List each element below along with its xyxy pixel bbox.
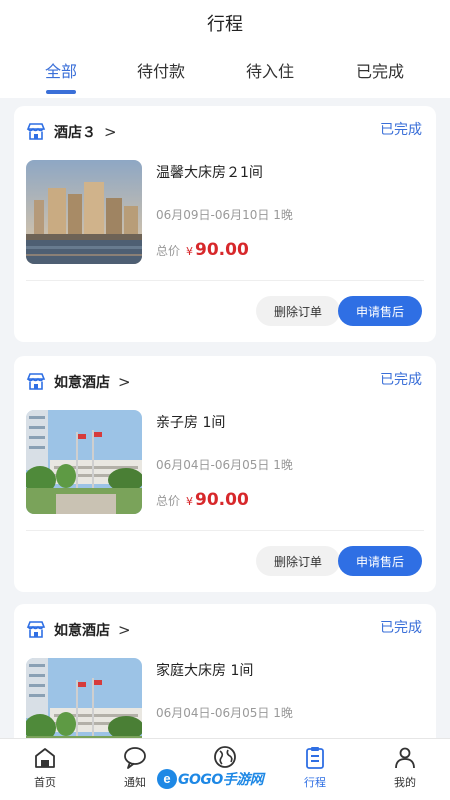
svg-text:e: e xyxy=(163,771,170,786)
price-label: 总价 xyxy=(156,244,181,258)
person-icon xyxy=(395,747,415,769)
hotel-link[interactable]: 如意酒店 > xyxy=(26,370,131,394)
order-status: 已完成 xyxy=(380,122,422,138)
harbor-hotel-photo[interactable] xyxy=(26,160,142,264)
hotel-name: 如意酒店 xyxy=(54,375,110,391)
tabbar-home[interactable]: 首页 xyxy=(0,745,90,790)
price-value: 90.00 xyxy=(195,490,249,510)
delete-order-button[interactable]: 删除订单 xyxy=(256,296,340,326)
after-sale-button[interactable]: 申请售后 xyxy=(338,296,422,326)
e-logo-icon: e xyxy=(157,769,177,789)
tab-completed[interactable]: 已完成 xyxy=(324,58,436,82)
hotel-link[interactable]: 如意酒店 > xyxy=(26,618,131,642)
tab-pending-payment[interactable]: 待付款 xyxy=(105,58,217,82)
room-name: 家庭大床房 1间 xyxy=(156,663,254,679)
tabbar-label: 行程 xyxy=(304,776,326,789)
watermark: e GOGO手游网 xyxy=(156,768,264,790)
order-status: 已完成 xyxy=(380,620,422,636)
store-icon xyxy=(26,373,46,390)
room-name: 亲子房 1间 xyxy=(156,415,226,431)
room-name: 温馨大床房２1间 xyxy=(156,165,263,181)
hotel-name: 酒店３ xyxy=(54,125,96,141)
tabbar-trips[interactable]: 行程 xyxy=(270,745,360,790)
tab-all[interactable]: 全部 xyxy=(5,58,117,82)
chevron-right-icon: > xyxy=(104,123,117,141)
tabbar-profile[interactable]: 我的 xyxy=(360,745,450,790)
currency-symbol: ¥ xyxy=(186,245,194,258)
resort-hotel-photo[interactable] xyxy=(26,410,142,514)
tab-bar: 全部 待付款 待入住 已完成 xyxy=(0,58,450,98)
price-row: 总价 ¥ 90.00 xyxy=(156,240,249,260)
clipboard-icon xyxy=(306,747,324,769)
hotel-link[interactable]: 酒店３ > xyxy=(26,120,117,144)
price-label: 总价 xyxy=(156,494,181,508)
hotel-name: 如意酒店 xyxy=(54,623,110,639)
divider xyxy=(26,530,424,531)
page-title: 行程 xyxy=(207,14,243,35)
order-status: 已完成 xyxy=(380,372,422,388)
chat-bubble-icon xyxy=(124,747,146,769)
order-card[interactable]: 如意酒店 > 已完成 亲子房 1间 06月04日-06月05日 1晚 总价 ¥ … xyxy=(14,356,436,592)
price-value: 90.00 xyxy=(195,240,249,260)
store-icon xyxy=(26,621,46,638)
delete-order-button[interactable]: 删除订单 xyxy=(256,546,340,576)
tabbar-label: 首页 xyxy=(34,776,56,789)
home-icon xyxy=(35,748,55,768)
header: 行程 全部 待付款 待入住 已完成 xyxy=(0,0,450,98)
stay-dates: 06月09日-06月10日 1晚 xyxy=(156,208,293,222)
divider xyxy=(26,280,424,281)
stay-dates: 06月04日-06月05日 1晚 xyxy=(156,706,293,720)
after-sale-button[interactable]: 申请售后 xyxy=(338,546,422,576)
currency-symbol: ¥ xyxy=(186,495,194,508)
price-row: 总价 ¥ 90.00 xyxy=(156,490,249,510)
stay-dates: 06月04日-06月05日 1晚 xyxy=(156,458,293,472)
tabbar-label: 我的 xyxy=(394,776,416,789)
store-icon xyxy=(26,123,46,140)
order-card[interactable]: 如意酒店 > 已完成 家庭大床房 1间 06月04日-06月05日 1晚 xyxy=(14,604,436,738)
chevron-right-icon: > xyxy=(118,373,131,391)
chevron-right-icon: > xyxy=(118,621,131,639)
tab-pending-checkin[interactable]: 待入住 xyxy=(214,58,326,82)
order-card[interactable]: 酒店３ > 已完成 温馨大床房２1间 06月09日-06月10日 1晚 总价 ¥ xyxy=(14,106,436,342)
resort-hotel-photo[interactable] xyxy=(26,658,142,738)
active-tab-indicator xyxy=(46,90,76,94)
watermark-text: GOGO手游网 xyxy=(178,772,264,788)
